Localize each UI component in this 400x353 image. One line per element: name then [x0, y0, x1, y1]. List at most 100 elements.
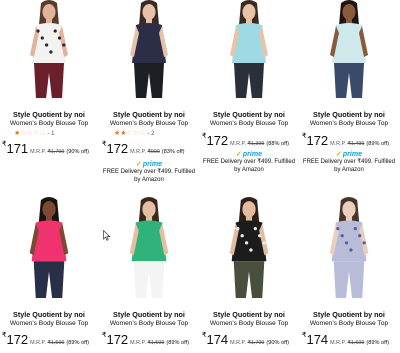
star-icon: ☆	[20, 130, 27, 137]
product-brand[interactable]: Style Quotient by noi	[200, 110, 298, 119]
prime-check-icon: ✓	[136, 161, 142, 168]
mrp-label: M.R.P. ₹999	[130, 149, 160, 155]
prime-label: prime	[242, 151, 262, 158]
product-price: ₹172 M.R.P. ₹1,599 (89% off)	[102, 331, 198, 349]
price-amount: 174	[206, 332, 229, 347]
product-price: ₹172 M.R.P. ₹999 (83% off)	[102, 140, 198, 158]
product-image[interactable]	[200, 0, 298, 98]
product-image[interactable]	[200, 196, 298, 298]
product-price: ₹172 M.R.P. ₹1,399 (88% off)	[202, 132, 298, 150]
model-photo	[200, 0, 298, 98]
product-card[interactable]: Style Quotient by noi Women's Body Blous…	[0, 196, 98, 353]
review-count[interactable]: - 2	[147, 131, 154, 137]
star-icon: ☆	[126, 130, 133, 137]
price-amount: 172	[106, 332, 129, 347]
product-card[interactable]: Style Quotient by noi Women's Body Blous…	[200, 0, 298, 190]
mrp-value: ₹1,599	[147, 340, 165, 346]
mrp-label: M.R.P. ₹1,799	[30, 149, 65, 155]
product-brand[interactable]: Style Quotient by noi	[0, 310, 98, 319]
product-price: ₹172 M.R.P. ₹1,599 (89% off)	[2, 331, 98, 349]
model-photo	[300, 0, 398, 98]
discount-label: (88% off)	[266, 141, 289, 147]
model-photo	[200, 196, 298, 298]
product-price: ₹174 M.R.P. ₹1,699 (89% off)	[302, 331, 398, 349]
price-amount: 172	[206, 133, 229, 148]
product-card[interactable]: Style Quotient by noi Women's Body Blous…	[0, 0, 98, 176]
product-image[interactable]	[100, 196, 198, 298]
product-grid: Style Quotient by noi Women's Body Blous…	[0, 0, 400, 353]
delivery-info: FREE Delivery over ₹499. Fulfilled by Am…	[102, 169, 196, 183]
discount-label: (89% off)	[166, 340, 189, 346]
prime-badge: ✓prime	[100, 160, 198, 168]
product-price: ₹174 M.R.P. ₹1,799 (90% off)	[202, 331, 298, 349]
mrp-label: M.R.P. ₹1,799	[230, 340, 265, 346]
product-card[interactable]: Style Quotient by noi Women's Body Blous…	[300, 196, 398, 353]
star-icon: ★	[120, 130, 127, 137]
model-photo	[0, 0, 98, 98]
model-photo	[100, 0, 198, 98]
price-amount: 172	[306, 133, 329, 148]
mrp-value: ₹1,499	[347, 141, 365, 147]
product-title[interactable]: Women's Body Blouse Top	[0, 120, 98, 127]
price-amount: 172	[6, 332, 29, 347]
discount-label: (83% off)	[161, 149, 185, 155]
mrp-label: M.R.P. ₹1,699	[330, 340, 365, 346]
star-rating[interactable]: ★★☆☆☆ - 2	[114, 129, 154, 137]
delivery-info: FREE Delivery over ₹499. Fulfilled by Am…	[302, 159, 396, 173]
mrp-value: ₹1,799	[247, 340, 265, 346]
product-card[interactable]: Style Quotient by noi Women's Body Blous…	[200, 196, 298, 353]
model-photo	[0, 196, 98, 298]
discount-label: (90% off)	[66, 149, 89, 155]
product-brand[interactable]: Style Quotient by noi	[0, 110, 98, 119]
product-brand[interactable]: Style Quotient by noi	[100, 310, 198, 319]
model-photo	[100, 196, 198, 298]
prime-check-icon: ✓	[336, 151, 342, 158]
product-image[interactable]	[300, 0, 398, 98]
star-icon: ☆	[39, 130, 46, 137]
mrp-value: ₹1,799	[47, 149, 65, 155]
star-rating[interactable]: ★☆☆☆☆ - 1	[14, 129, 54, 137]
product-brand[interactable]: Style Quotient by noi	[100, 110, 198, 119]
discount-label: (89% off)	[366, 141, 389, 147]
product-card[interactable]: Style Quotient by noi Women's Body Blous…	[300, 0, 398, 190]
discount-label: (89% off)	[66, 340, 89, 346]
prime-badge: ✓prime	[300, 150, 398, 158]
product-title[interactable]: Women's Body Blouse Top	[200, 320, 298, 327]
product-title[interactable]: Women's Body Blouse Top	[300, 320, 398, 327]
product-title[interactable]: Women's Body Blouse Top	[0, 320, 98, 327]
product-brand[interactable]: Style Quotient by noi	[200, 310, 298, 319]
discount-label: (89% off)	[366, 340, 389, 346]
mrp-value: ₹1,599	[47, 340, 65, 346]
mrp-label: M.R.P. ₹1,599	[30, 340, 65, 346]
prime-check-icon: ✓	[236, 151, 242, 158]
prime-label: prime	[342, 151, 362, 158]
review-count[interactable]: - 1	[47, 131, 54, 137]
product-card[interactable]: Style Quotient by noi Women's Body Blous…	[100, 196, 198, 353]
product-brand[interactable]: Style Quotient by noi	[300, 310, 398, 319]
price-amount: 174	[306, 332, 329, 347]
delivery-info: FREE Delivery over ₹499. Fulfilled by Am…	[202, 159, 296, 173]
mrp-value: ₹1,399	[247, 141, 265, 147]
discount-label: (90% off)	[266, 340, 289, 346]
product-price: ₹171 M.R.P. ₹1,799 (90% off)	[2, 140, 98, 158]
model-photo	[300, 196, 398, 298]
product-title[interactable]: Women's Body Blouse Top	[100, 120, 198, 127]
product-card[interactable]: Style Quotient by noi Women's Body Blous…	[100, 0, 198, 190]
mrp-label: M.R.P. ₹1,599	[130, 340, 165, 346]
product-image[interactable]	[100, 0, 198, 98]
star-icon: ☆	[26, 130, 33, 137]
product-title[interactable]: Women's Body Blouse Top	[100, 320, 198, 327]
product-image[interactable]	[0, 0, 98, 98]
mrp-label: M.R.P. ₹1,399	[230, 141, 265, 147]
price-amount: 171	[6, 141, 29, 156]
product-image[interactable]	[0, 196, 98, 298]
mouse-cursor-icon	[103, 230, 111, 241]
product-brand[interactable]: Style Quotient by noi	[300, 110, 398, 119]
mrp-label: M.R.P. ₹1,499	[330, 141, 365, 147]
prime-badge: ✓prime	[200, 150, 298, 158]
product-title[interactable]: Women's Body Blouse Top	[200, 120, 298, 127]
product-image[interactable]	[300, 196, 398, 298]
price-amount: 172	[106, 141, 129, 156]
product-price: ₹172 M.R.P. ₹1,499 (89% off)	[302, 132, 398, 150]
product-title[interactable]: Women's Body Blouse Top	[300, 120, 398, 127]
